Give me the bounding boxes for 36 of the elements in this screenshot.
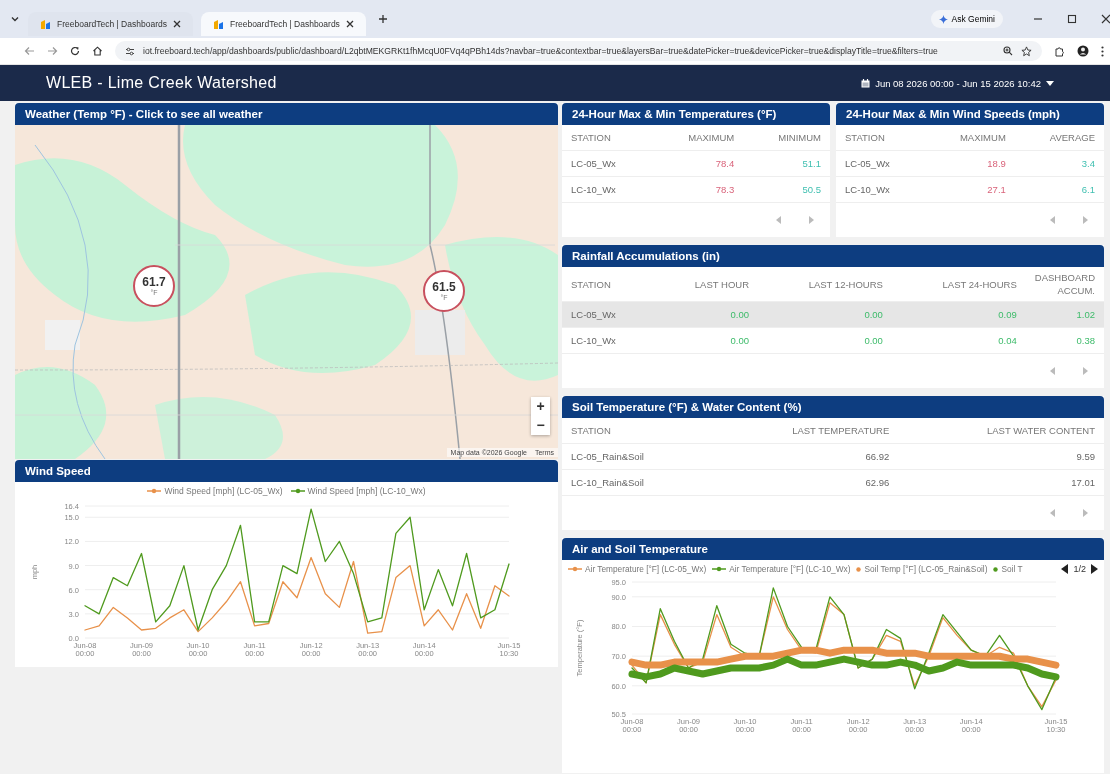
- table-cell: 6.1: [1014, 176, 1104, 203]
- table-cell: LC-10_Wx: [562, 176, 652, 203]
- table-cell: 78.3: [651, 176, 744, 203]
- table-cell: 0.00: [653, 327, 758, 354]
- panel-title: Soil Temperature (°F) & Water Content (%): [562, 396, 1104, 418]
- dashboard-title: WLEB - Lime Creek Watershed: [46, 74, 277, 92]
- legend-page: 1/2: [1073, 564, 1086, 574]
- table-cell: LC-05_Wx: [836, 150, 925, 177]
- table-cell: 27.1: [924, 176, 1015, 203]
- table-cell: 0.00: [758, 327, 892, 354]
- table-cell: 9.59: [898, 443, 1104, 470]
- table-cell: 66.92: [710, 443, 899, 470]
- table-cell: 0.38: [1025, 327, 1104, 354]
- table-cell: LC-10_Rain&Soil: [562, 469, 711, 496]
- table-cell: LC-05_Rain&Soil: [562, 443, 711, 470]
- panel-title: 24-Hour Max & Min Temperatures (°F): [562, 103, 830, 125]
- table-cell: LC-10_Wx: [836, 176, 925, 203]
- panel-title: Wind Speed: [15, 460, 558, 482]
- table-cell: 3.4: [1014, 150, 1104, 177]
- table-cell: 0.00: [653, 301, 758, 328]
- table-cell: LC-05_Wx: [562, 150, 652, 177]
- table-cell: 17.01: [898, 469, 1104, 496]
- table-cell: 0.09: [891, 301, 1026, 328]
- table-cell: 0.04: [891, 327, 1026, 354]
- table-cell: 50.5: [743, 176, 830, 203]
- table-cell: LC-05_Wx: [562, 301, 654, 328]
- table-cell: LC-10_Wx: [562, 327, 654, 354]
- panel-title: 24-Hour Max & Min Wind Speeds (mph): [836, 103, 1104, 125]
- table-cell: 1.02: [1025, 301, 1104, 328]
- table-cell: 78.4: [651, 150, 744, 177]
- table-cell: 51.1: [743, 150, 830, 177]
- table-cell: 62.96: [710, 469, 899, 496]
- table-cell: 18.9: [924, 150, 1015, 177]
- table-cell: 0.00: [758, 301, 892, 328]
- panel-title: Rainfall Accumulations (in): [562, 245, 1104, 267]
- panel-title: Air and Soil Temperature: [562, 538, 1104, 560]
